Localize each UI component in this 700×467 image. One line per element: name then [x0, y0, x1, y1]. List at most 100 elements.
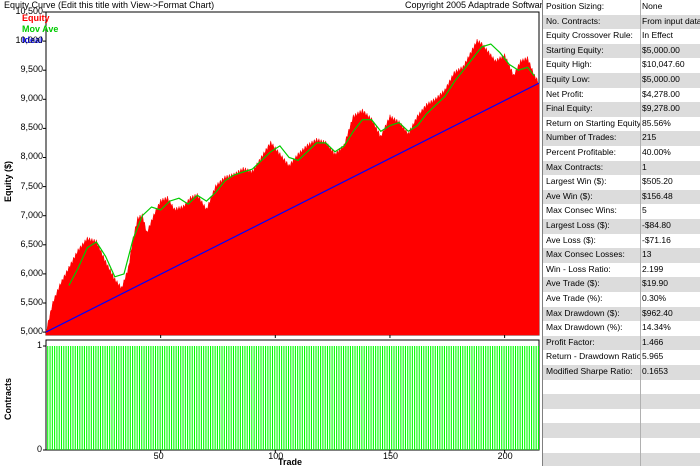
stat-value: $4,278.00	[642, 88, 680, 99]
stat-row: Starting Equity: $5,000.00	[543, 43, 700, 59]
contract-bar	[517, 346, 519, 450]
contract-bar	[223, 346, 225, 450]
stat-divider	[640, 248, 641, 263]
contract-bar	[304, 346, 306, 450]
contract-bar	[326, 346, 329, 450]
stat-row: Ave Loss ($): -$71.16	[543, 233, 700, 249]
contract-bar	[171, 346, 173, 450]
contract-bar	[322, 346, 324, 450]
contract-bar	[425, 346, 427, 450]
stat-divider	[640, 204, 641, 219]
stat-row: Final Equity: $9,278.00	[543, 102, 700, 117]
contract-bar	[54, 346, 56, 450]
contract-bar	[450, 346, 452, 450]
contract-bar	[74, 346, 76, 450]
contract-bar	[281, 346, 283, 450]
stat-label: Starting Equity:	[546, 44, 604, 55]
contract-bar	[448, 346, 450, 450]
contract-bar	[67, 346, 69, 450]
stat-divider	[640, 262, 641, 278]
stat-label: Return - Drawdown Ratio:	[546, 351, 640, 362]
contract-bar	[86, 346, 88, 450]
contract-bar	[148, 346, 150, 450]
stat-row: Net Profit: $4,278.00	[543, 87, 700, 103]
contract-bar	[47, 346, 49, 450]
contract-bar	[299, 346, 301, 450]
stat-row: No. Contracts: From input data	[543, 14, 700, 30]
contract-bar	[349, 346, 351, 450]
contract-bar	[377, 346, 379, 450]
contract-bar	[93, 346, 95, 450]
stat-divider	[640, 277, 641, 292]
stat-row	[543, 438, 700, 453]
contract-bar	[136, 346, 138, 450]
stat-row: Max Drawdown ($): $962.40	[543, 306, 700, 322]
contract-bar	[88, 346, 90, 450]
stat-value: $156.48	[642, 190, 673, 201]
contract-bar	[363, 346, 365, 450]
contract-bar	[109, 346, 111, 450]
contract-bar	[514, 346, 517, 450]
stat-label: Win - Loss Ratio:	[546, 263, 611, 274]
stat-value: -$71.16	[642, 234, 671, 245]
contract-bar	[386, 346, 388, 450]
contract-bar	[372, 346, 374, 450]
stat-value: $5,000.00	[642, 74, 680, 84]
stat-label: Max Consec Wins:	[546, 205, 617, 216]
stat-label: Max Drawdown ($):	[546, 307, 620, 318]
stat-row: Position Sizing: None	[543, 0, 700, 15]
contract-bar	[200, 346, 202, 450]
contract-bar	[531, 346, 533, 450]
contract-bar	[214, 346, 216, 450]
y-tick-label: 10,500	[15, 6, 43, 16]
stat-value: 5	[642, 205, 647, 216]
contract-bar	[475, 346, 478, 450]
contract-bar	[347, 346, 349, 450]
contract-bar	[356, 346, 358, 450]
contract-bar	[370, 346, 372, 450]
contract-bar	[297, 346, 299, 450]
stat-label: Percent Profitable:	[546, 147, 616, 157]
contract-bar	[143, 346, 145, 450]
stat-row	[543, 394, 700, 409]
x-tick-label: 150	[382, 451, 398, 461]
contract-bar	[72, 346, 74, 450]
contract-bar	[524, 346, 526, 450]
stat-label: Position Sizing:	[546, 1, 605, 11]
contract-bar	[471, 346, 473, 450]
stat-label: Largest Win ($):	[546, 176, 607, 187]
contract-bar	[216, 346, 218, 450]
stat-row	[543, 423, 700, 438]
statistics-panel: Position Sizing: None No. Contracts: From i…	[542, 0, 700, 466]
equity-chart-svg	[43, 11, 540, 453]
contract-bar	[125, 346, 127, 450]
stat-divider	[640, 146, 641, 161]
contract-bar	[141, 346, 143, 450]
contract-bar	[443, 346, 445, 450]
contract-bar	[526, 346, 528, 450]
contract-bar	[221, 346, 223, 450]
stat-divider	[640, 394, 641, 409]
stat-value: 2.199	[642, 263, 664, 274]
contract-bar	[77, 346, 79, 450]
contract-bar	[239, 346, 241, 450]
y-tick-label: 10,000	[15, 35, 43, 46]
contract-bar	[503, 346, 505, 450]
x-tick-label: 100	[268, 451, 284, 461]
contract-bar	[226, 346, 228, 450]
contract-bar	[457, 346, 459, 450]
contract-bar	[416, 346, 418, 450]
stat-value: 1	[642, 161, 647, 172]
stat-divider	[640, 14, 641, 30]
contract-bar	[308, 346, 310, 450]
stat-value: None	[642, 1, 663, 11]
stat-divider	[640, 29, 641, 44]
contract-bar	[508, 346, 510, 450]
stat-row	[543, 452, 700, 466]
stat-value: 0.1653	[642, 366, 668, 376]
contract-bar	[184, 346, 186, 450]
contract-bar	[489, 346, 491, 450]
contract-bar	[320, 346, 322, 450]
contract-bar	[246, 346, 248, 450]
stat-value: 14.34%	[642, 322, 671, 333]
